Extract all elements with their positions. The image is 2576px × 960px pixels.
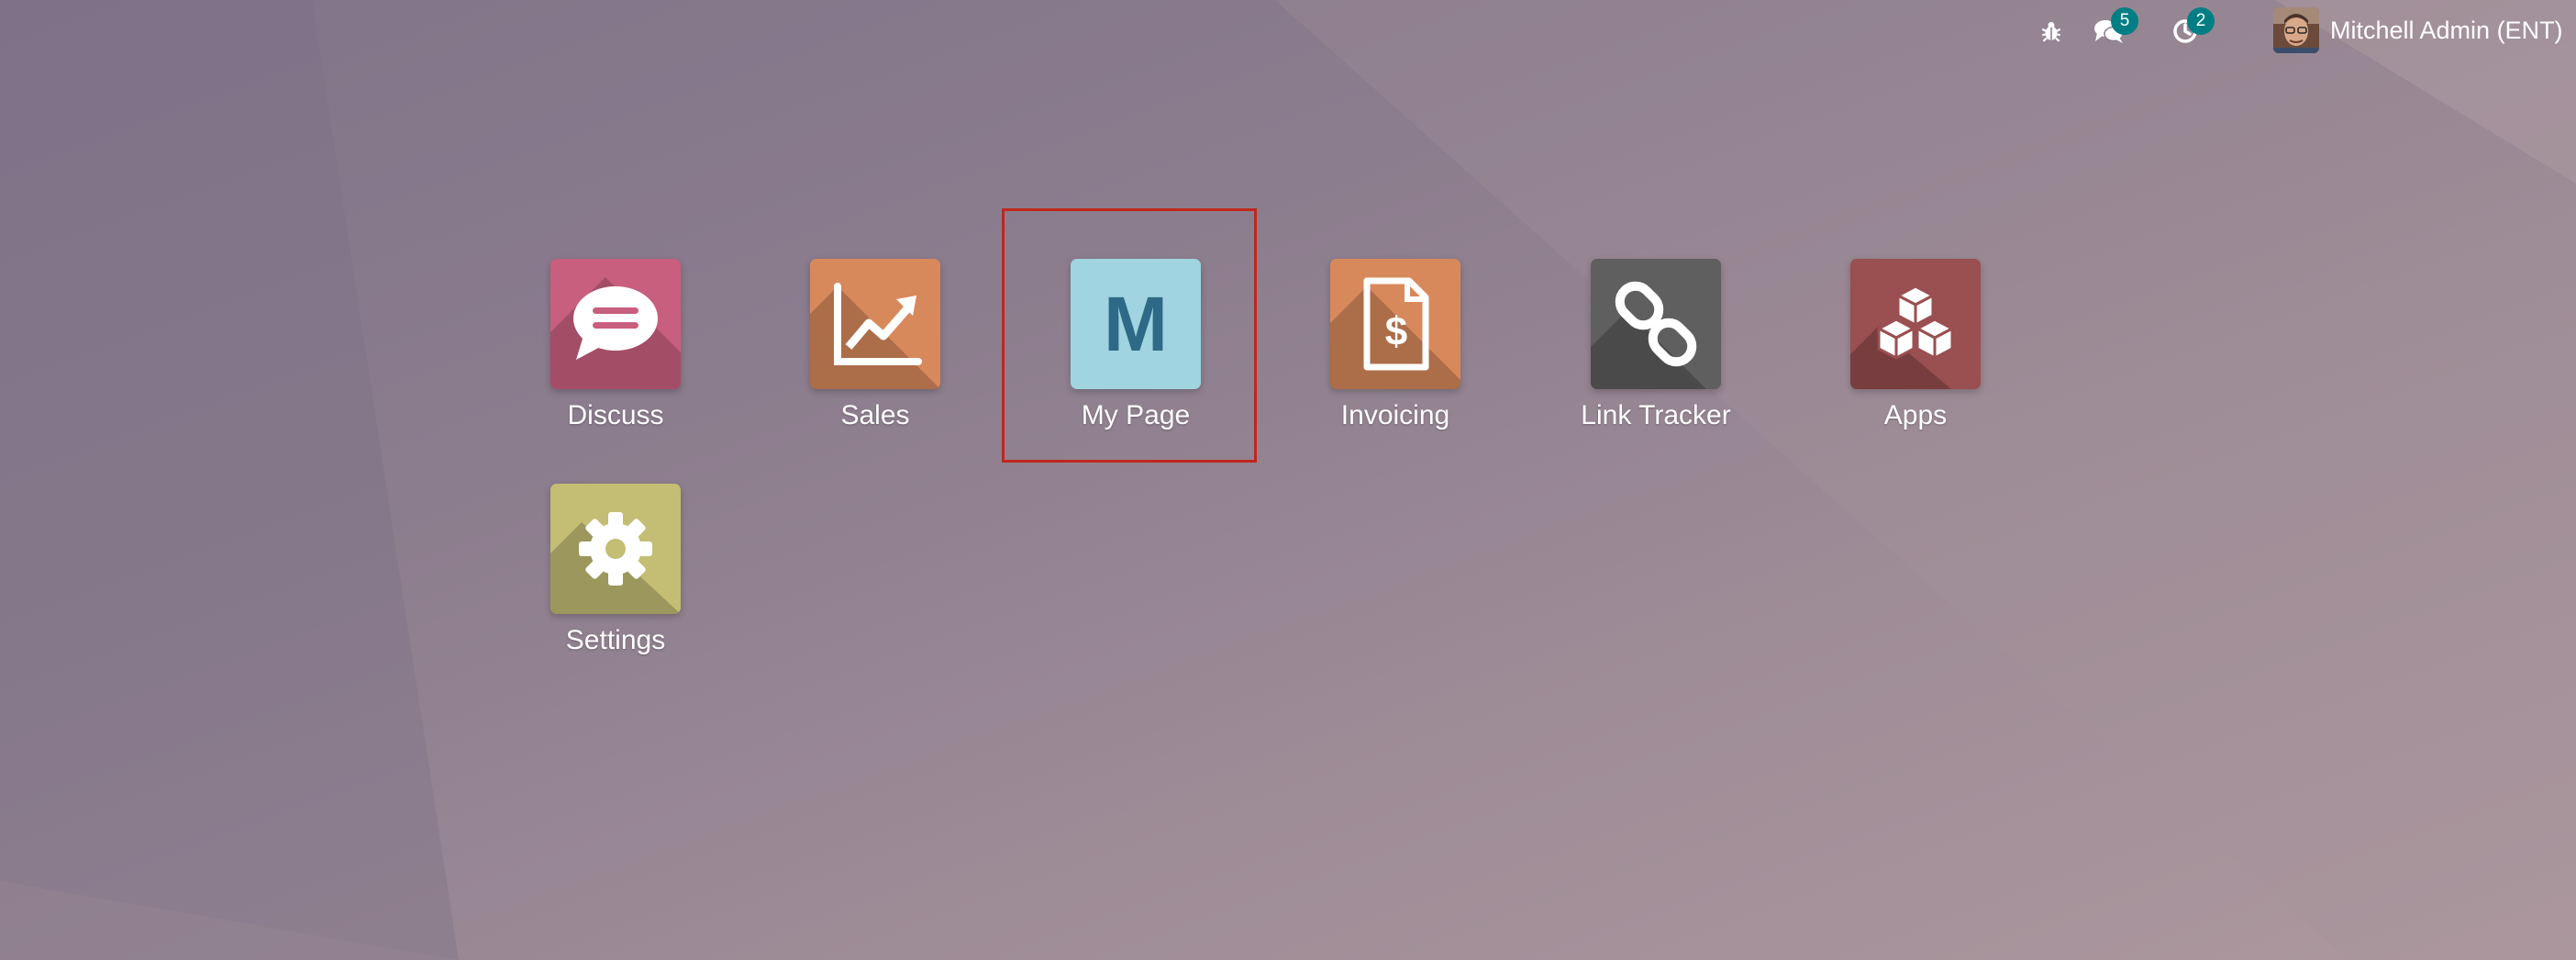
app-apps[interactable]: Apps xyxy=(1791,259,2040,452)
app-label: Discuss xyxy=(567,400,664,430)
app-icon-settings xyxy=(550,484,681,614)
app-link-tracker[interactable]: Link Tracker xyxy=(1531,259,1781,452)
cubes-icon xyxy=(1877,285,1954,360)
svg-text:$: $ xyxy=(1385,309,1407,354)
app-label: Sales xyxy=(840,400,910,430)
app-sales[interactable]: Sales xyxy=(750,259,1000,452)
chat-bubble-icon xyxy=(573,286,658,360)
app-discuss[interactable]: Discuss xyxy=(491,259,740,452)
background-shapes xyxy=(0,0,2576,960)
gear-icon xyxy=(579,512,652,586)
app-icon-discuss xyxy=(550,259,681,389)
top-navbar: 5 2 Mitchell Admin (ENT) xyxy=(0,0,2576,61)
selection-highlight xyxy=(1002,208,1257,463)
trend-chart-icon xyxy=(834,283,922,365)
invoice-dollar-icon: $ xyxy=(1363,277,1429,371)
app-icon-apps xyxy=(1850,259,1981,389)
app-icon-link-tracker xyxy=(1591,259,1721,389)
messages-menu[interactable]: 5 xyxy=(2089,7,2138,50)
bug-icon xyxy=(2041,22,2061,42)
app-icon-invoicing: $ xyxy=(1330,259,1460,389)
app-label: Apps xyxy=(1883,400,1948,430)
link-icon xyxy=(1615,281,1697,367)
messages-count-badge: 5 xyxy=(2111,7,2138,35)
app-label: Link Tracker xyxy=(1581,400,1731,430)
app-icon-sales xyxy=(810,259,940,389)
app-label: Invoicing xyxy=(1340,400,1450,430)
app-settings[interactable]: Settings xyxy=(491,484,740,676)
app-invoicing[interactable]: $ Invoicing xyxy=(1271,259,1520,452)
user-avatar xyxy=(2273,7,2319,53)
activities-menu[interactable]: 2 xyxy=(2165,7,2215,50)
user-name: Mitchell Admin (ENT) xyxy=(2330,16,2563,44)
user-menu[interactable]: Mitchell Admin (ENT) xyxy=(2273,7,2563,53)
activities-count-badge: 2 xyxy=(2187,7,2215,35)
debug-menu[interactable] xyxy=(2031,13,2071,50)
app-label: Settings xyxy=(565,625,666,655)
